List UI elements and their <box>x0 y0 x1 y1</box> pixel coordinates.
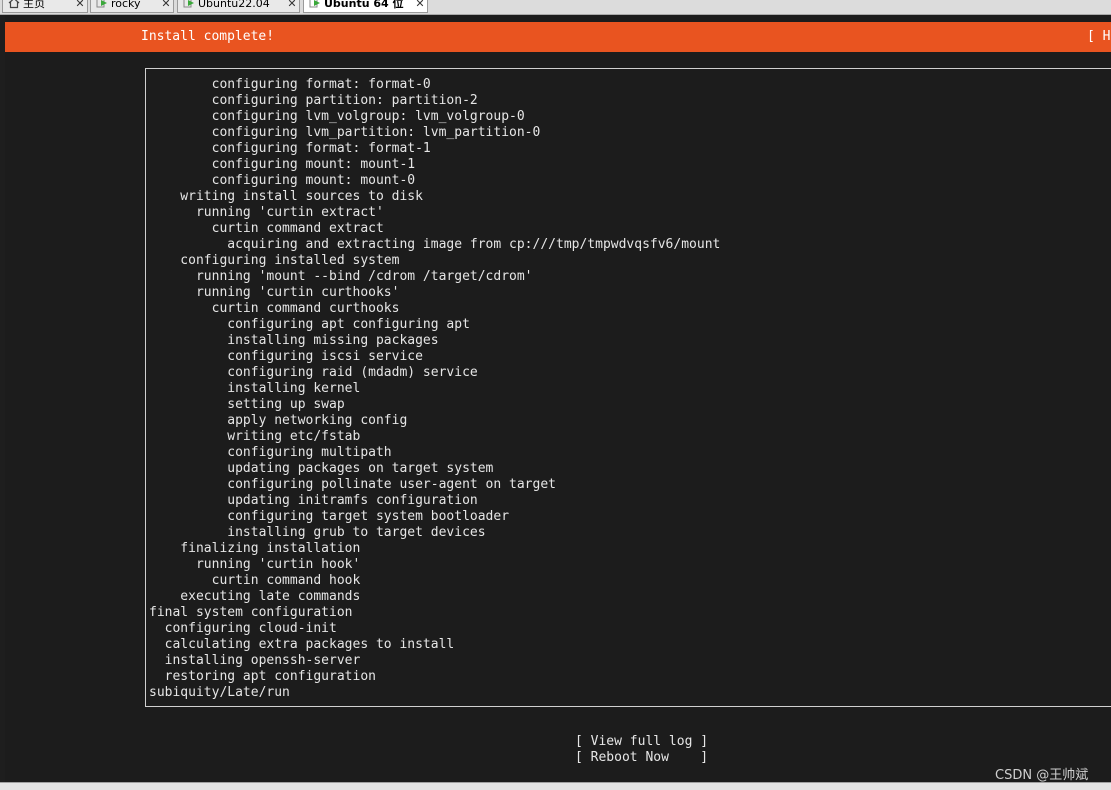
log-line: configuring format: format-0 <box>149 77 431 92</box>
log-line: executing late commands <box>149 589 361 604</box>
log-line: finalizing installation <box>149 541 361 556</box>
installer-header: Install complete! [ He <box>5 22 1111 52</box>
close-icon[interactable]: ✕ <box>285 0 299 10</box>
close-icon[interactable]: ✕ <box>159 0 173 10</box>
log-line: setting up swap <box>149 397 345 412</box>
log-line: curtin command curthooks <box>149 301 400 316</box>
tab-bar: 主页 ✕ rocky ✕ Ubuntu22.04 ✕ Ubuntu 64 位 ✕ <box>0 0 1111 15</box>
log-line: configuring iscsi service <box>149 349 423 364</box>
tab-label: Ubuntu22.04 <box>198 0 270 10</box>
home-icon <box>8 0 20 9</box>
log-line: configuring pollinate user-agent on targ… <box>149 477 556 492</box>
log-line: configuring format: format-1 <box>149 141 431 156</box>
log-line: configuring mount: mount-0 <box>149 173 416 188</box>
help-button[interactable]: [ He <box>1087 29 1111 44</box>
log-line: installing missing packages <box>149 333 439 348</box>
log-line: configuring apt configuring apt <box>149 317 470 332</box>
log-line: configuring raid (mdadm) service <box>149 365 478 380</box>
tab-label: 主页 <box>23 0 45 10</box>
log-line: installing grub to target devices <box>149 525 486 540</box>
log-line: running 'curtin extract' <box>149 205 384 220</box>
view-full-log-button[interactable]: [ View full log ] <box>575 734 708 750</box>
tab-rocky[interactable]: rocky ✕ <box>90 0 174 13</box>
log-line: configuring target system bootloader <box>149 509 510 524</box>
log-line: installing kernel <box>149 381 361 396</box>
log-line: configuring installed system <box>149 253 400 268</box>
log-line: restoring apt configuration <box>149 669 376 684</box>
log-line: configuring cloud-init <box>149 621 337 636</box>
log-line: configuring partition: partition-2 <box>149 93 478 108</box>
tab-ubuntu64[interactable]: Ubuntu 64 位 ✕ <box>303 0 428 13</box>
vm-console[interactable]: Install complete! [ He configuring forma… <box>5 15 1111 783</box>
log-line: configuring lvm_volgroup: lvm_volgroup-0 <box>149 109 525 124</box>
close-icon[interactable]: ✕ <box>73 0 87 10</box>
log-line: writing etc/fstab <box>149 429 361 444</box>
vm-icon <box>309 0 321 9</box>
tab-ubuntu2204[interactable]: Ubuntu22.04 ✕ <box>177 0 300 13</box>
tab-label: Ubuntu 64 位 <box>324 0 404 10</box>
tab-home[interactable]: 主页 ✕ <box>2 0 88 13</box>
log-line: configuring lvm_partition: lvm_partition… <box>149 125 541 140</box>
log-line: running 'curtin curthooks' <box>149 285 400 300</box>
log-line: subiquity/Late/run <box>149 685 290 700</box>
log-line: installing openssh-server <box>149 653 361 668</box>
log-line: configuring multipath <box>149 445 392 460</box>
header-title: Install complete! <box>141 29 275 44</box>
log-line: calculating extra packages to install <box>149 637 455 652</box>
log-line: writing install sources to disk <box>149 189 423 204</box>
close-icon[interactable]: ✕ <box>413 0 427 10</box>
install-log: configuring format: format-0 configuring… <box>145 68 1111 707</box>
log-line: running 'curtin hook' <box>149 557 361 572</box>
vm-icon <box>183 0 195 9</box>
vm-icon <box>96 0 108 9</box>
log-line: updating initramfs configuration <box>149 493 478 508</box>
log-line: final system configuration <box>149 605 353 620</box>
log-line: configuring mount: mount-1 <box>149 157 416 172</box>
tab-label: rocky <box>111 0 141 10</box>
log-line: running 'mount --bind /cdrom /target/cdr… <box>149 269 533 284</box>
log-line: apply networking config <box>149 413 408 428</box>
log-line: acquiring and extracting image from cp:/… <box>149 237 721 252</box>
log-line: updating packages on target system <box>149 461 494 476</box>
log-line: curtin command hook <box>149 573 361 588</box>
reboot-now-button[interactable]: [ Reboot Now ] <box>575 750 708 766</box>
log-line: curtin command extract <box>149 221 384 236</box>
watermark: CSDN @王帅斌 <box>995 768 1089 783</box>
